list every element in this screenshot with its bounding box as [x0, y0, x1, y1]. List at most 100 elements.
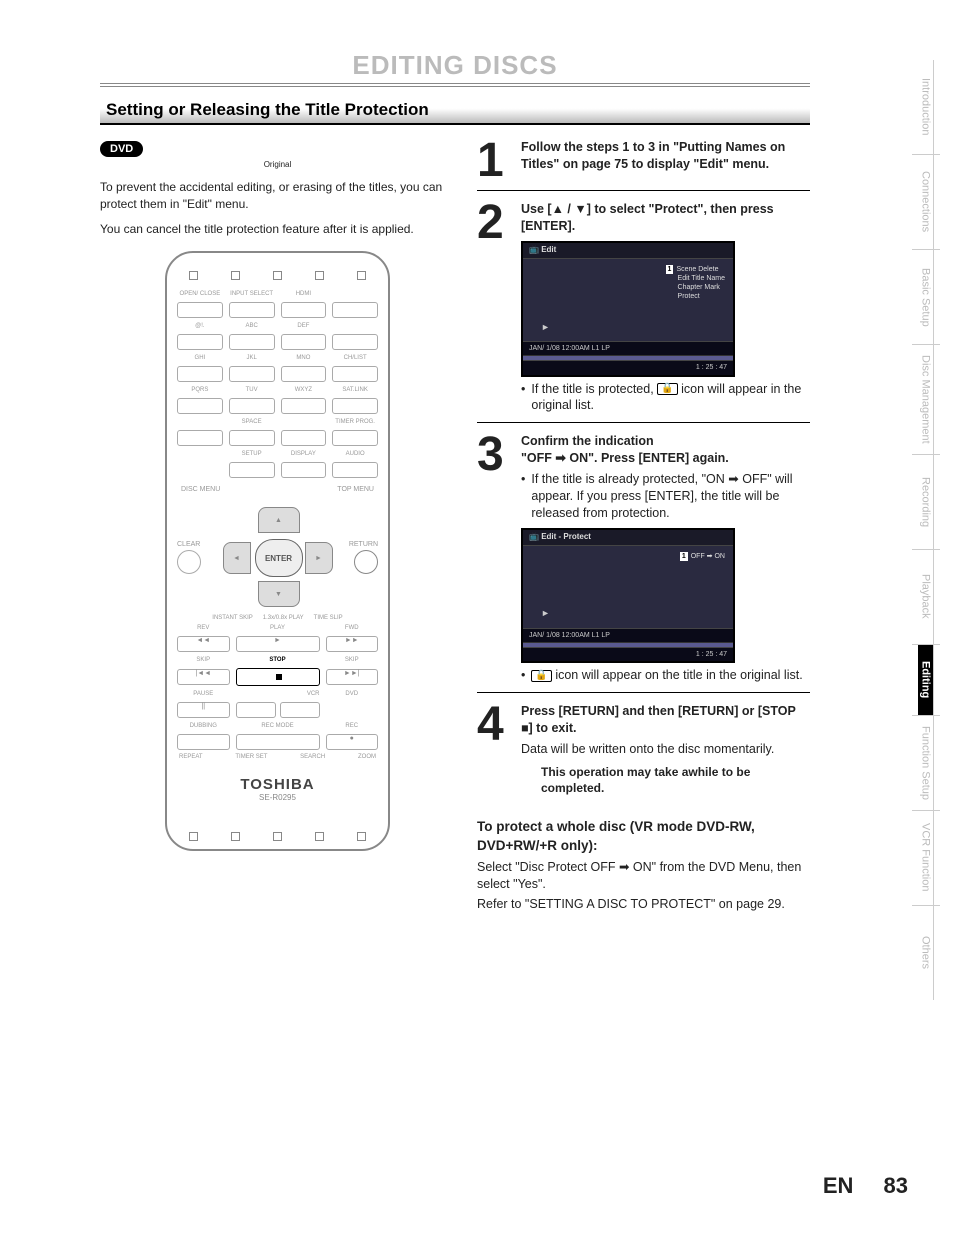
- remote-label-rev: REV: [177, 624, 230, 632]
- screen-title: 📺 Edit: [523, 243, 733, 259]
- whole-disc-p2: Refer to "SETTING A DISC TO PROTECT" on …: [477, 896, 810, 913]
- remote-label-skip-prev: SKIP: [177, 656, 230, 664]
- remote-ch-up: [332, 334, 378, 350]
- section-title: Setting or Releasing the Title Protectio…: [100, 99, 810, 125]
- remote-return-button: [354, 550, 378, 574]
- remote-audio-button: [332, 462, 378, 478]
- remote-pause-button: ||: [177, 702, 230, 718]
- remote-model: SE-R0295: [177, 793, 378, 802]
- remote-key-9: [281, 398, 327, 414]
- tab-playback: Playback: [918, 550, 933, 644]
- screen-menu-item: Scene Delete: [676, 266, 718, 273]
- remote-label-clear: CLEAR: [177, 541, 207, 548]
- screen-menu-item: Chapter Mark: [666, 283, 725, 292]
- remote-stop-button: [236, 668, 320, 686]
- remote-display-button: [281, 462, 327, 478]
- remote-recmode-button: [236, 734, 320, 750]
- footer-page-number: 83: [884, 1173, 908, 1198]
- screen-menu-item: Edit Title Name: [666, 274, 725, 283]
- remote-label-time-slip: TIME SLIP: [314, 615, 343, 621]
- remote-power-button: [332, 302, 378, 318]
- step-3-number: 3: [477, 433, 511, 684]
- step-2-number: 2: [477, 201, 511, 414]
- step-1-number: 1: [477, 139, 511, 182]
- remote-setup-button: [229, 462, 275, 478]
- remote-label-return: RETURN: [348, 541, 378, 548]
- remote-down-button: ▼: [258, 581, 300, 607]
- remote-label-open-close: OPEN/ CLOSE: [177, 290, 223, 298]
- remote-label-skip-next: SKIP: [326, 656, 379, 664]
- remote-label-top-menu: TOP MENU: [337, 486, 374, 493]
- tab-recording: Recording: [918, 455, 933, 549]
- remote-rec-button: ●: [326, 734, 379, 750]
- remote-label-disc-menu: DISC MENU: [181, 486, 220, 493]
- remote-label-vcr: VCR: [236, 690, 320, 698]
- screen-menu-item: Protect: [666, 292, 725, 301]
- remote-control-diagram: OPEN/ CLOSE INPUT SELECT HDMI @!.ABCDEF: [165, 251, 390, 851]
- screen-status-right: 1 : 25 : 47: [696, 363, 727, 372]
- play-indicator-icon: ►: [541, 321, 550, 333]
- step-2-bullet: If the title is protected, 🔒 icon will a…: [521, 381, 810, 415]
- lock-icon: 🔒: [531, 670, 551, 682]
- step-1-heading: Follow the steps 1 to 3 in "Putting Name…: [521, 139, 810, 173]
- step-4-body: Data will be written onto the disc momen…: [521, 741, 810, 758]
- remote-label-audio: AUDIO: [332, 450, 378, 458]
- remote-label-play: PLAY: [236, 624, 320, 632]
- step-4: 4 Press [RETURN] and then [RETURN] or [S…: [477, 692, 810, 804]
- tab-editing: Editing: [918, 645, 933, 715]
- remote-label-satlink: SAT.LINK: [332, 386, 378, 394]
- step-3-heading-line1: Confirm the indication: [521, 433, 810, 450]
- step-2-heading: Use [▲ / ▼] to select "Protect", then pr…: [521, 201, 810, 235]
- remote-skip-prev-button: |◄◄: [177, 669, 230, 685]
- step-4-note: This operation may take awhile to be com…: [541, 764, 810, 796]
- remote-key-4: [177, 366, 223, 382]
- page-footer: EN 83: [823, 1173, 908, 1199]
- whole-disc-p1: Select "Disc Protect OFF ➡ ON" from the …: [477, 859, 810, 893]
- remote-label-space: SPACE: [229, 418, 275, 426]
- remote-dubbing-button: [177, 734, 230, 750]
- remote-ch-down: [332, 366, 378, 382]
- dvd-badge-sub: Original: [100, 160, 455, 169]
- remote-label-repeat: REPEAT: [179, 754, 203, 760]
- remote-key-1: [177, 334, 223, 350]
- remote-clear-button: [177, 550, 201, 574]
- remote-label-dvd: DVD: [326, 690, 379, 698]
- remote-right-button: ►: [305, 542, 333, 574]
- remote-key-2: [229, 334, 275, 350]
- dvd-badge: DVD: [100, 141, 143, 157]
- remote-satlink-button: [332, 398, 378, 414]
- remote-key-5: [229, 366, 275, 382]
- remote-hdmi-button: [281, 302, 327, 318]
- remote-key-7: [177, 398, 223, 414]
- step-3-screenshot: 📺 Edit - Protect 1OFF ➡ ON ► JAN/ 1/08 1…: [521, 528, 735, 664]
- remote-label-display: DISPLAY: [281, 450, 327, 458]
- tab-others: Others: [918, 906, 933, 1000]
- divider: [100, 86, 810, 87]
- footer-language: EN: [823, 1173, 854, 1198]
- remote-up-button: ▲: [258, 507, 300, 533]
- tab-function-setup: Function Setup: [918, 716, 933, 810]
- remote-label-rec: REC: [326, 722, 379, 730]
- play-indicator-icon: ►: [541, 607, 550, 619]
- whole-disc-heading: To protect a whole disc (VR mode DVD-RW,…: [477, 818, 810, 854]
- remote-skip-next-button: ►►|: [326, 669, 379, 685]
- remote-input-button: [229, 302, 275, 318]
- remote-label-dubbing: DUBBING: [177, 722, 230, 730]
- remote-key-8: [229, 398, 275, 414]
- remote-key-0: [229, 430, 275, 446]
- tab-disc-management: Disc Management: [918, 345, 933, 454]
- tab-introduction: Introduction: [918, 60, 933, 154]
- step-4-heading: Press [RETURN] and then [RETURN] or [STO…: [521, 703, 810, 737]
- remote-eject-button: [177, 302, 223, 318]
- remote-label-zoom: ZOOM: [358, 754, 376, 760]
- section-tabs: Introduction Connections Basic Setup Dis…: [912, 60, 940, 1000]
- remote-play-button: ►: [236, 636, 320, 652]
- remote-enter-button: ENTER: [255, 539, 303, 577]
- lock-icon: 🔒: [657, 383, 677, 395]
- tab-connections: Connections: [918, 155, 933, 249]
- intro-paragraph-2: You can cancel the title protection feat…: [100, 221, 455, 238]
- remote-label-fwd: FWD: [326, 624, 379, 632]
- screen-title: 📺 Edit - Protect: [523, 530, 733, 546]
- remote-dpad: ▲ ▼ ◄ ► ENTER: [223, 507, 333, 607]
- step-2: 2 Use [▲ / ▼] to select "Protect", then …: [477, 190, 810, 422]
